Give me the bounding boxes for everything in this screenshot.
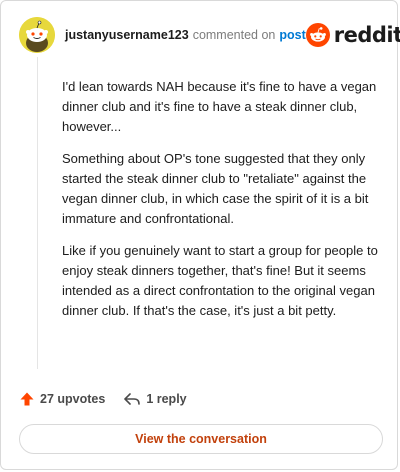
comment-paragraph: I'd lean towards NAH because it's fine t… [62,79,377,134]
comment-paragraph: Like if you genuinely want to start a gr… [62,243,378,318]
comment-header: justanyusername123 commented on post red… [19,15,400,55]
view-conversation-button[interactable]: View the conversation [19,424,383,454]
comment-action-text: commented on [192,28,276,42]
comment-body: I'd lean towards NAH because it's fine t… [62,77,382,333]
reply-arrow-icon [124,393,141,405]
upvote-count: 27 upvotes [40,392,106,406]
upvote-button[interactable]: 27 upvotes [19,391,105,407]
snoo-avatar-icon[interactable] [19,17,55,53]
reply-button[interactable]: 1 reply [123,391,187,407]
comment-embed-card: justanyusername123 commented on post red… [0,0,400,470]
reddit-logo-icon [305,23,330,47]
comment-actions: 27 upvotes 1 reply [19,391,187,407]
username-link[interactable]: justanyusername123 [65,28,189,42]
upvote-arrow-icon [20,392,34,406]
reply-count: 1 reply [146,392,187,406]
thread-line [37,57,38,369]
post-link[interactable]: post [279,28,305,42]
comment-meta: justanyusername123 commented on post [65,28,306,42]
comment-paragraph: Something about OP's tone suggested that… [62,151,369,226]
reddit-brand[interactable]: reddit [305,23,400,47]
reddit-wordmark: reddit [333,23,400,47]
